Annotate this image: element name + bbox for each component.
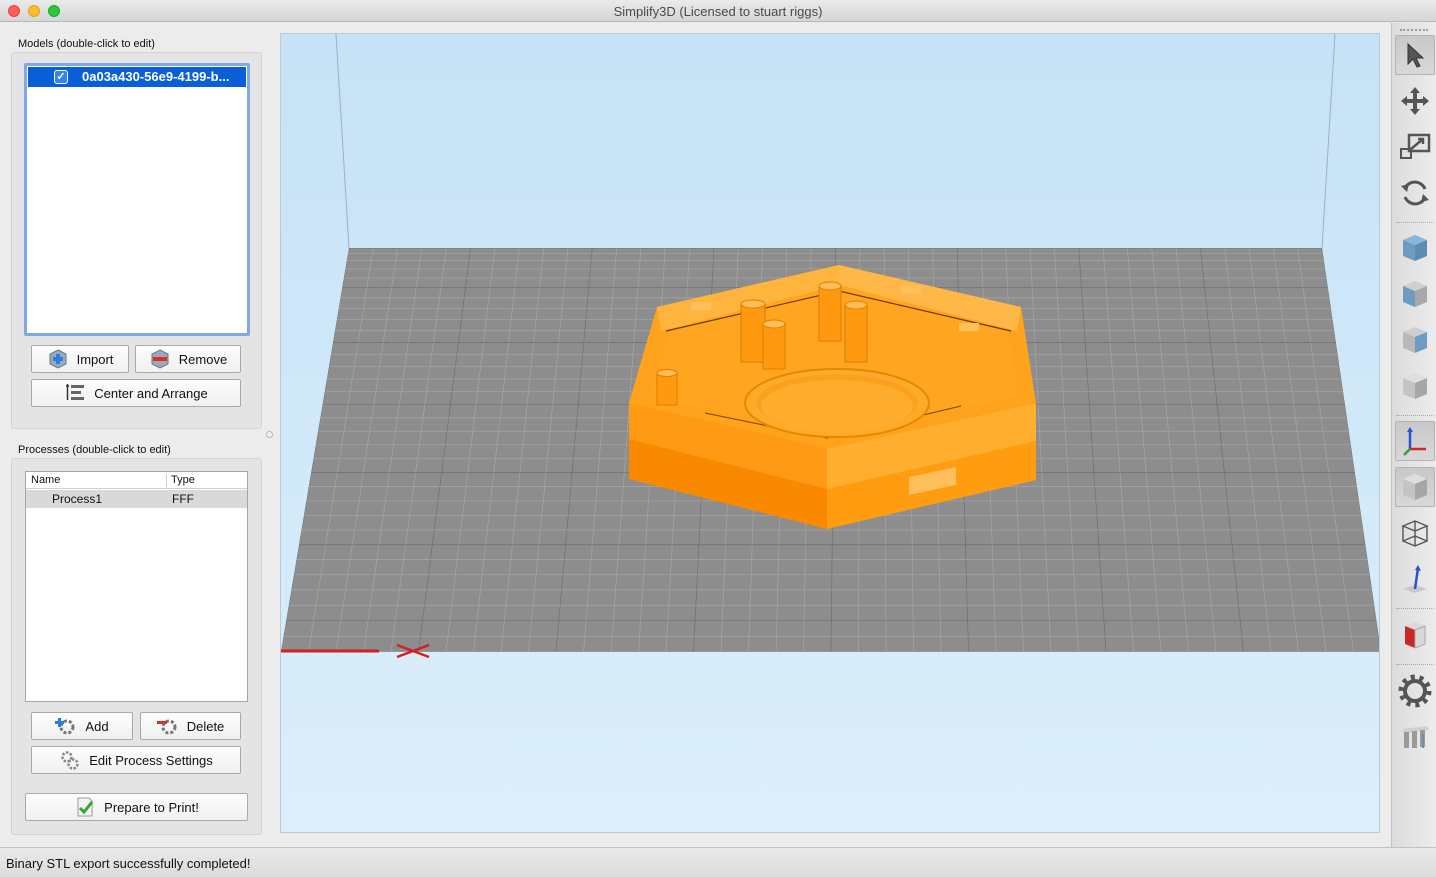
toggle-axes-button[interactable] xyxy=(1395,421,1435,461)
3d-viewport[interactable] xyxy=(280,33,1380,833)
rotate-tool-button[interactable] xyxy=(1395,173,1435,213)
3d-model[interactable] xyxy=(629,265,1036,529)
column-divider xyxy=(166,474,167,487)
wireframe-icon xyxy=(1401,520,1429,547)
cross-section-button[interactable] xyxy=(1395,615,1435,655)
view-side-icon xyxy=(1403,327,1427,353)
view-side-button[interactable] xyxy=(1395,320,1435,360)
center-and-arrange-button[interactable]: Center and Arrange xyxy=(31,379,241,407)
rotate-icon xyxy=(1401,180,1429,206)
panel-splitter-handle[interactable] xyxy=(266,431,273,438)
status-message: Binary STL export successfully completed… xyxy=(6,856,251,871)
scale-tool-button[interactable] xyxy=(1395,127,1435,167)
checklist-icon xyxy=(74,796,96,818)
move-icon xyxy=(1401,87,1429,115)
import-icon xyxy=(47,348,69,370)
remove-icon xyxy=(149,348,171,370)
wireframe-button[interactable] xyxy=(1395,513,1435,553)
show-normals-button[interactable] xyxy=(1395,559,1435,599)
models-list[interactable]: ✓ 0a03a430-56e9-4199-b... xyxy=(24,63,250,336)
column-header-name[interactable]: Name xyxy=(31,474,60,486)
select-icon xyxy=(1407,42,1425,68)
normals-icon xyxy=(1403,565,1427,593)
select-tool-button[interactable] xyxy=(1395,35,1435,75)
remove-button[interactable]: Remove xyxy=(135,345,241,373)
status-bar: Binary STL export successfully completed… xyxy=(0,847,1436,877)
model-name: 0a03a430-56e9-4199-b... xyxy=(82,69,230,84)
supports-icon xyxy=(1402,726,1429,748)
processes-table[interactable]: Name Type Process1 FFF xyxy=(25,471,248,702)
edit-process-settings-button[interactable]: Edit Process Settings xyxy=(31,746,241,774)
add-gear-icon xyxy=(55,715,77,737)
add-process-button[interactable]: Add xyxy=(31,712,133,740)
column-header-type[interactable]: Type xyxy=(171,474,195,486)
toolbar-divider xyxy=(1396,608,1434,609)
delete-gear-icon xyxy=(156,715,179,737)
cross-section-icon xyxy=(1405,622,1426,649)
toolbar-divider xyxy=(1396,222,1434,223)
view-front-button[interactable] xyxy=(1395,274,1435,314)
models-section-label: Models (double-click to edit) xyxy=(18,38,155,50)
process-name: Process1 xyxy=(52,492,103,506)
processes-section-label: Processes (double-click to edit) xyxy=(18,444,171,456)
model-list-item[interactable]: ✓ 0a03a430-56e9-4199-b... xyxy=(28,67,246,87)
axes-icon xyxy=(1403,427,1426,456)
view-iso-button[interactable] xyxy=(1395,366,1435,406)
import-button[interactable]: Import xyxy=(31,345,129,373)
scale-icon xyxy=(1400,133,1431,159)
view-front-icon xyxy=(1403,281,1427,307)
settings-gear-icon xyxy=(1398,674,1432,708)
window-title: Simplify3D (Licensed to stuart riggs) xyxy=(613,4,823,19)
toolbar-grip[interactable] xyxy=(1400,29,1428,32)
settings-button[interactable] xyxy=(1395,671,1435,711)
view-top-button[interactable] xyxy=(1395,228,1435,268)
move-tool-button[interactable] xyxy=(1395,81,1435,121)
gears-icon xyxy=(59,749,81,771)
arrange-icon xyxy=(64,382,86,404)
build-plate-scene xyxy=(281,34,1379,832)
supports-button[interactable] xyxy=(1395,717,1435,757)
prepare-to-print-button[interactable]: Prepare to Print! xyxy=(25,793,248,821)
solid-shading-button[interactable] xyxy=(1395,467,1435,507)
view-top-icon xyxy=(1403,235,1427,261)
toolbar-divider xyxy=(1396,664,1434,665)
solid-shading-icon xyxy=(1403,474,1427,500)
view-iso-icon xyxy=(1403,373,1427,399)
view-toolbar xyxy=(1391,23,1436,847)
model-visible-checkbox[interactable]: ✓ xyxy=(54,70,68,84)
process-type: FFF xyxy=(172,492,194,506)
toolbar-divider xyxy=(1396,415,1434,416)
process-row[interactable]: Process1 FFF xyxy=(26,490,247,508)
title-bar: Simplify3D (Licensed to stuart riggs) xyxy=(0,0,1436,22)
delete-process-button[interactable]: Delete xyxy=(140,712,241,740)
processes-table-header: Name Type xyxy=(26,472,247,489)
